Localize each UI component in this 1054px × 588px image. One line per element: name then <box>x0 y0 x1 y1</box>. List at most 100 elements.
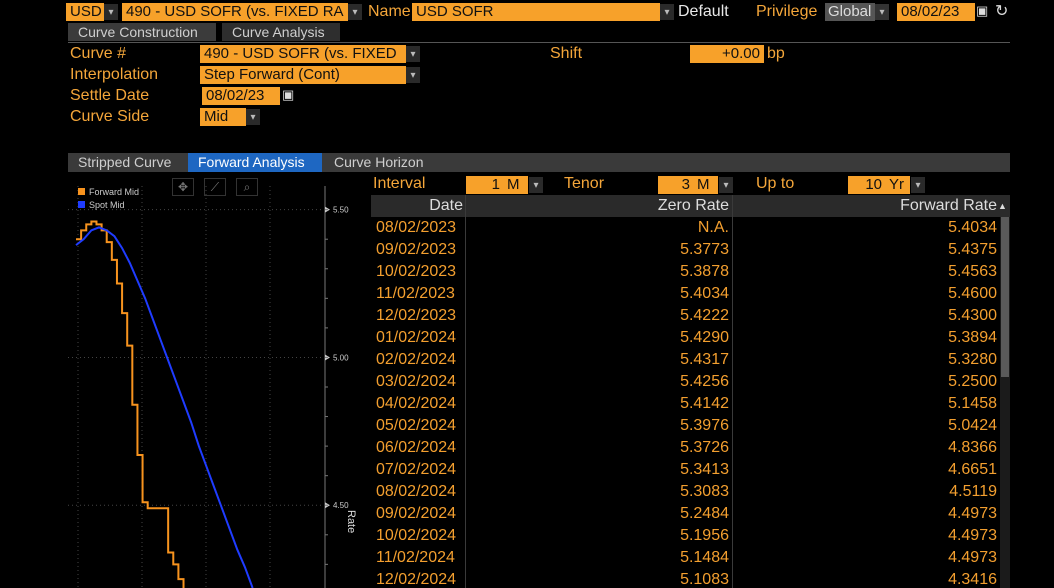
tab-label: Curve Analysis <box>232 24 325 40</box>
upto-dropdown-icon[interactable]: ▾ <box>911 177 925 193</box>
tab-curve-horizon[interactable]: Curve Horizon <box>324 153 444 172</box>
cell-date: 03/02/2024 <box>376 373 457 390</box>
curve-side-field[interactable]: Mid <box>200 108 246 126</box>
tab-curve-analysis[interactable]: Curve Analysis <box>222 23 340 41</box>
tab-forward-analysis[interactable]: Forward Analysis <box>188 153 322 172</box>
chart-legend: Forward Mid Spot Mid <box>78 185 139 211</box>
cell-forward-rate: 5.4034 <box>948 219 997 236</box>
cell-zero-rate: 5.3773 <box>680 241 729 258</box>
curve-num-field[interactable]: 490 - USD SOFR (vs. FIXED <box>200 45 406 63</box>
col-header-forward-rate[interactable]: Forward Rate <box>735 195 997 217</box>
interval-unit: M <box>507 176 520 193</box>
calendar-icon[interactable]: ▣ <box>976 3 988 19</box>
y-tick-label: 5.50 <box>333 206 349 215</box>
cell-zero-rate: 5.3976 <box>680 417 729 434</box>
interval-field[interactable]: 1 <box>466 176 504 194</box>
cell-zero-rate: 5.4256 <box>680 373 729 390</box>
settle-date-field[interactable]: 08/02/23 <box>202 87 280 105</box>
privilege-field[interactable]: Global <box>825 3 875 21</box>
interpolation-label: Interpolation <box>70 66 159 83</box>
y-axis-label: Rate <box>345 510 357 534</box>
tab-label: Stripped Curve <box>78 154 172 170</box>
tenor-field[interactable]: 3 <box>658 176 694 194</box>
curve-selector-dropdown-icon[interactable]: ▾ <box>348 4 362 20</box>
legend-item-spot: Spot Mid <box>78 198 139 211</box>
cell-forward-rate: 4.4973 <box>948 527 997 544</box>
curve-side-label: Curve Side <box>70 108 150 125</box>
cell-forward-rate: 5.4375 <box>948 241 997 258</box>
currency-dropdown-icon[interactable]: ▾ <box>104 4 118 20</box>
cell-forward-rate: 4.4973 <box>948 505 997 522</box>
cell-date: 01/02/2024 <box>376 329 457 346</box>
tab-stripped-curve[interactable]: Stripped Curve <box>68 153 186 172</box>
tab-curve-construction[interactable]: Curve Construction <box>68 23 216 41</box>
interval-unit-field[interactable]: M <box>504 176 528 194</box>
cell-zero-rate: 5.1956 <box>680 527 729 544</box>
col-divider <box>732 195 733 588</box>
col-header-date[interactable]: Date <box>371 195 463 217</box>
pan-icon[interactable]: ✥ <box>172 178 194 196</box>
scrollbar-thumb[interactable] <box>1001 217 1009 377</box>
curve-num-dropdown-icon[interactable]: ▾ <box>406 46 420 62</box>
cell-date: 05/02/2024 <box>376 417 457 434</box>
upto-label: Up to <box>756 175 795 192</box>
name-label: Name <box>368 3 411 20</box>
col-header-zero-rate[interactable]: Zero Rate <box>467 195 729 217</box>
cell-date: 11/02/2024 <box>376 549 455 566</box>
currency-field[interactable]: USD <box>66 3 104 21</box>
upto-field[interactable]: 10 <box>848 176 886 194</box>
header-date-field[interactable]: 08/02/23 <box>897 3 975 21</box>
shift-unit: bp <box>767 45 785 62</box>
interpolation-dropdown-icon[interactable]: ▾ <box>406 67 420 83</box>
sort-asc-icon[interactable]: ▲ <box>998 195 1007 217</box>
cell-date: 10/02/2024 <box>376 527 457 544</box>
tab-divider <box>68 42 1010 43</box>
zoom-icon[interactable]: ⌕ <box>236 178 258 196</box>
cell-date: 08/02/2023 <box>376 219 457 236</box>
cell-forward-rate: 4.4973 <box>948 549 997 566</box>
curve-side-dropdown-icon[interactable]: ▾ <box>246 109 260 125</box>
curve-selector-field[interactable]: 490 - USD SOFR (vs. FIXED RA <box>122 3 348 21</box>
cell-zero-rate: 5.3083 <box>680 483 729 500</box>
settle-date-value: 08/02/23 <box>206 87 265 104</box>
cell-date: 12/02/2024 <box>376 571 457 588</box>
cell-zero-rate: N.A. <box>697 219 729 236</box>
cell-forward-rate: 4.8366 <box>948 439 997 456</box>
tenor-unit-field[interactable]: M <box>694 176 718 194</box>
draw-icon[interactable]: ⟋ <box>204 178 226 196</box>
cell-zero-rate: 5.4142 <box>680 395 729 412</box>
tenor-unit: M <box>697 176 710 193</box>
cell-date: 07/02/2024 <box>376 461 457 478</box>
cell-forward-rate: 5.2500 <box>948 373 997 390</box>
cell-date: 09/02/2024 <box>376 505 457 522</box>
shift-field[interactable]: +0.00 <box>690 45 764 63</box>
currency-value: USD <box>70 3 102 20</box>
chart-toolbar: ✥ ⟋ ⌕ <box>172 178 258 196</box>
privilege-label: Privilege <box>756 3 818 20</box>
tab-label: Curve Construction <box>78 24 198 40</box>
name-value: USD SOFR <box>416 3 494 20</box>
name-field[interactable]: USD SOFR <box>412 3 660 21</box>
table-scrollbar[interactable] <box>1000 217 1010 588</box>
y-tick-label: 4.50 <box>333 501 349 510</box>
tab-label: Curve Horizon <box>334 154 424 170</box>
y-tick-label: 5.00 <box>333 353 349 362</box>
settle-calendar-icon[interactable]: ▣ <box>282 87 294 103</box>
name-dropdown-icon[interactable]: ▾ <box>660 4 674 20</box>
interval-value: 1 <box>491 176 500 193</box>
cell-zero-rate: 5.3413 <box>680 461 729 478</box>
interval-dropdown-icon[interactable]: ▾ <box>529 177 543 193</box>
cell-forward-rate: 5.0424 <box>948 417 997 434</box>
privilege-dropdown-icon[interactable]: ▾ <box>875 4 889 20</box>
interpolation-field[interactable]: Step Forward (Cont) <box>200 66 406 84</box>
refresh-icon[interactable]: ↻ <box>995 1 1008 21</box>
tenor-dropdown-icon[interactable]: ▾ <box>719 177 733 193</box>
cell-date: 06/02/2024 <box>376 439 457 456</box>
series-line-forward-mid <box>76 220 185 588</box>
interpolation-value: Step Forward (Cont) <box>204 66 340 83</box>
upto-unit-field[interactable]: Yr <box>886 176 910 194</box>
header-date-value: 08/02/23 <box>901 3 960 20</box>
cell-date: 10/02/2023 <box>376 263 457 280</box>
legend-label: Forward Mid <box>89 186 140 197</box>
cell-forward-rate: 4.6651 <box>948 461 997 478</box>
